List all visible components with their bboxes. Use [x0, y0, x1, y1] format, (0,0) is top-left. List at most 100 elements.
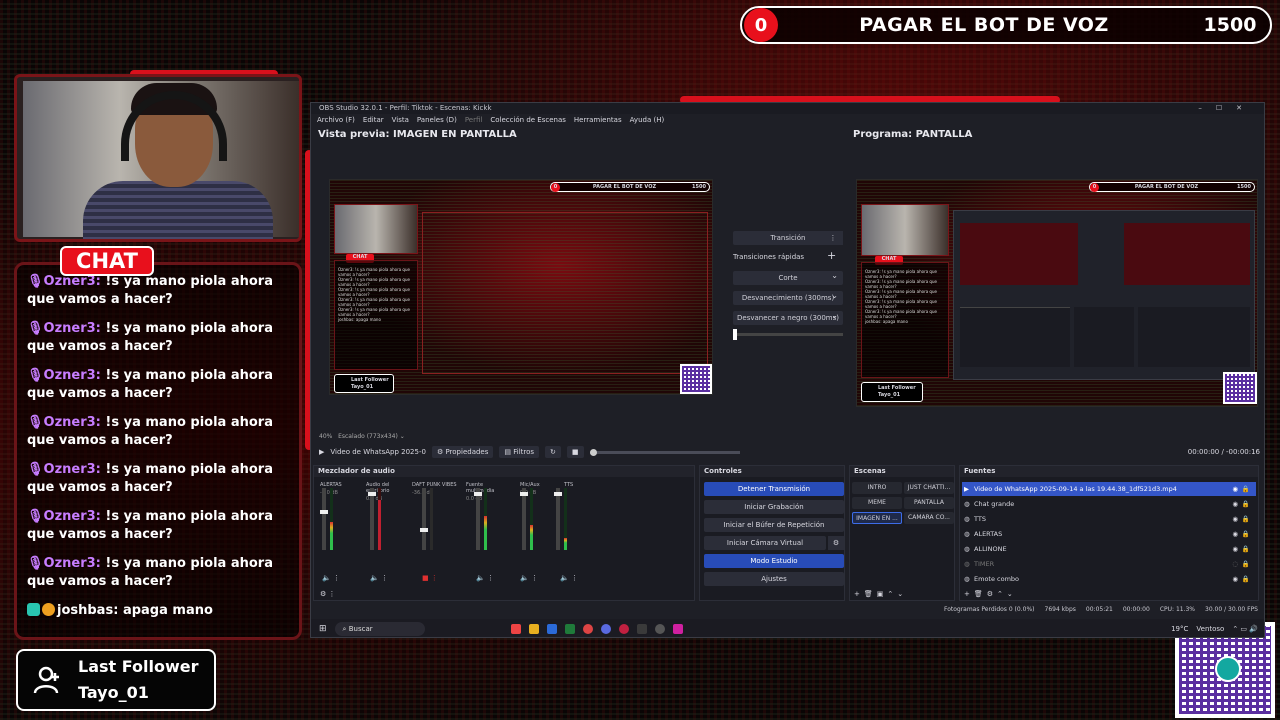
stop-icon[interactable]: ■ [566, 446, 584, 458]
source-chat-grande[interactable]: ◍ Chat grande ◉ 🔒 [962, 497, 1256, 511]
transition-menu-icon[interactable]: ⋮ [823, 231, 843, 245]
media-seek-bar[interactable] [589, 448, 740, 456]
menu-ayuda[interactable]: Ayuda (H) [630, 114, 665, 126]
explorer-icon[interactable] [528, 624, 539, 634]
source-emote-combo[interactable]: ◍ Emote combo ◉ 🔒 [962, 572, 1256, 586]
menu-archivo[interactable]: Archivo (F) [317, 114, 355, 126]
excel-icon[interactable] [564, 624, 575, 634]
visibility-icon: ◉ [1232, 530, 1238, 538]
chrome-icon[interactable] [582, 624, 593, 634]
preview-title: Vista previa: IMAGEN EN PANTALLA [318, 129, 517, 140]
weather-temp[interactable]: 19°C [1171, 625, 1188, 633]
discord-icon[interactable] [600, 624, 611, 634]
volume-fader[interactable] [420, 488, 428, 550]
scene-intro[interactable]: INTRO [852, 482, 902, 494]
filters-button[interactable]: ▤ Filtros [499, 446, 540, 458]
scene-meme[interactable]: MEME [852, 497, 902, 509]
scale-mode[interactable]: Escalado (773x434) [338, 433, 398, 440]
scene-just-chatting[interactable]: JUST CHATTI... [904, 482, 954, 494]
menu-coleccion[interactable]: Colección de Escenas [490, 114, 566, 126]
volume-fader[interactable] [554, 488, 562, 550]
tbar-slider[interactable] [733, 329, 843, 340]
mute-icon[interactable]: 🔈 ⋮ [560, 574, 578, 582]
sources-title: Fuentes [960, 466, 1258, 477]
weather-desc[interactable]: Ventoso [1196, 625, 1224, 633]
source-timer[interactable]: ◍ TIMER ◌ 🔒 [962, 557, 1256, 571]
media-controls: ▶ Video de WhatsApp 2025-0 ⚙ Propiedades… [311, 443, 1264, 461]
source-alertas[interactable]: ◍ ALERTAS ◉ 🔒 [962, 527, 1256, 541]
source-allinone[interactable]: ◍ ALLINONE ◉ 🔒 [962, 542, 1256, 556]
studio-mode-button[interactable]: Modo Estudio [704, 554, 844, 568]
controls-title: Controles [700, 466, 844, 477]
mute-icon[interactable]: 🔈 ⋮ [520, 574, 538, 582]
mixer-channel-daftpunk: DAFT PUNK VIBES-36.0 dB [412, 482, 457, 496]
scenes-title: Escenas [850, 466, 954, 477]
vip-badge-icon [42, 603, 55, 616]
zoom-level[interactable]: 40% [319, 433, 332, 440]
windows-start-icon[interactable]: ⊞ [319, 624, 327, 634]
status-bar: Fotogramas Perdidos 0 (0.0%) 7694 kbps 0… [311, 603, 1264, 617]
window-controls[interactable]: –☐✕ [1198, 103, 1256, 114]
menu-paneles[interactable]: Paneles (D) [417, 114, 457, 126]
menu-perfil[interactable]: Perfil [465, 114, 483, 126]
brave-icon[interactable] [510, 624, 521, 634]
visibility-icon: ◉ [1232, 485, 1238, 493]
transition-fade[interactable]: Desvanecimiento (300ms) [733, 289, 843, 305]
source-tts[interactable]: ◍ TTS ◉ 🔒 [962, 512, 1256, 526]
restart-icon[interactable]: ↻ [545, 446, 561, 458]
window-title: OBS Studio 32.0.1 - Perfil: Tiktok - Esc… [319, 104, 492, 112]
mixer-settings-icon[interactable]: ⚙ ⋮ [320, 590, 336, 598]
scene-imagen-en-pantalla[interactable]: IMAGEN EN ... [852, 512, 902, 524]
yape-logo-icon [1215, 656, 1241, 682]
transition-corte[interactable]: Corte [733, 269, 843, 285]
scene-pantalla[interactable]: PANTALLA [904, 497, 954, 509]
chat-label: CHAT [60, 246, 154, 276]
add-transition-icon[interactable]: + [827, 249, 836, 262]
webcam-feed [23, 81, 299, 239]
app-icon[interactable] [672, 624, 683, 634]
mic-icon: 🎙 [27, 509, 44, 524]
source-video-whatsapp[interactable]: ▶ Video de WhatsApp 2025-09-14 a las 19.4… [962, 482, 1256, 496]
mini-qr [1223, 372, 1257, 404]
scene-camara[interactable]: CAMARA CO... [904, 512, 954, 524]
mute-icon[interactable]: 🔈 ⋮ [476, 574, 494, 582]
taskbar-search[interactable]: ⌕ Buscar [334, 622, 425, 636]
word-icon[interactable] [546, 624, 557, 634]
obs-icon[interactable] [654, 624, 665, 634]
chat-message: 🎙Ozner3: !s ya mano piola ahora que vamo… [27, 509, 273, 542]
properties-button[interactable]: ⚙ Propiedades [431, 446, 494, 458]
app-icon[interactable] [618, 624, 629, 634]
goal-count: 0 [744, 8, 778, 42]
lock-icon: 🔒 [1241, 575, 1250, 583]
taskview-icon[interactable] [493, 624, 503, 634]
volume-fader[interactable] [474, 488, 482, 550]
source-toolbar[interactable]: +🗑⚙⌃⌄ [964, 590, 1017, 598]
menu-vista[interactable]: Vista [392, 114, 409, 126]
live-time: 00:05:21 [1085, 606, 1113, 613]
virtual-camera-button[interactable]: Iniciar Cámara Virtual [704, 536, 826, 550]
scene-toolbar[interactable]: +🗑▣⌃⌄ [854, 590, 907, 598]
mini-webcam [861, 204, 949, 256]
tray-icons[interactable]: ⌃ ▭ 🔊 [1232, 625, 1258, 633]
mute-icon[interactable]: 🔈 ⋮ [370, 574, 388, 582]
mute-icon[interactable]: 🔈 ⋮ [322, 574, 340, 582]
volume-fader[interactable] [320, 488, 328, 550]
muted-icon[interactable]: ■ ⋮ [422, 574, 438, 582]
play-icon[interactable]: ▶ [319, 448, 324, 456]
settings-button[interactable]: Ajustes [704, 572, 844, 586]
preview-canvas[interactable]: 0 PAGAR EL BOT DE VOZ 1500 CHAT Ozner3: !s… [329, 179, 713, 395]
menu-editar[interactable]: Editar [363, 114, 384, 126]
volume-fader[interactable] [520, 488, 528, 550]
virtual-camera-settings-icon[interactable]: ⚙ [828, 536, 844, 550]
mixer-channel-media: Fuente multimedia 0.0 dB [466, 482, 495, 502]
audio-mixer-title: Mezclador de audio [314, 466, 694, 477]
volume-fader[interactable] [368, 488, 376, 550]
stop-streaming-button[interactable]: Detener Transmisión [704, 482, 844, 496]
start-recording-button[interactable]: Iniciar Grabación [704, 500, 844, 514]
terminal-icon[interactable] [636, 624, 647, 634]
menu-herramientas[interactable]: Herramientas [574, 114, 622, 126]
media-time: 00:00:00 / -00:00:16 [1187, 448, 1260, 456]
transition-fade-black[interactable]: Desvanecer a negro (300ms) [733, 309, 843, 325]
replay-buffer-button[interactable]: Iniciar el Búfer de Repetición [704, 518, 844, 532]
user-icon [18, 665, 78, 695]
